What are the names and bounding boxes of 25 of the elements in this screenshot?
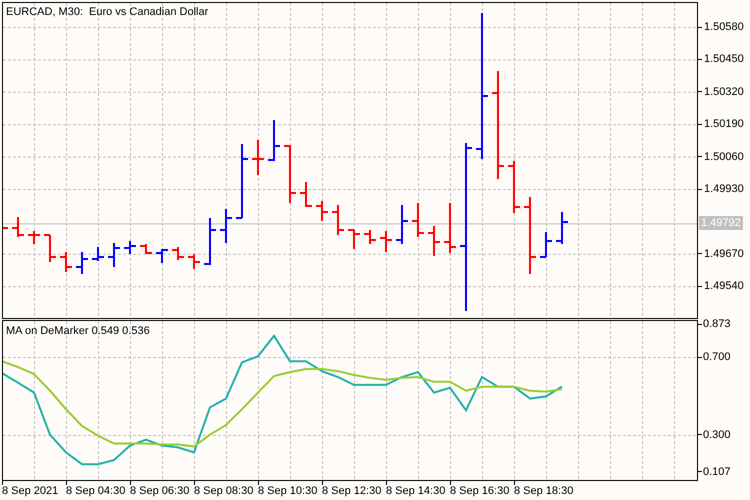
price-axis-label: 1.49930	[704, 182, 744, 196]
time-axis-label: 8 Sep 10:30	[258, 485, 318, 498]
time-axis-label: 8 Sep 14:30	[386, 485, 446, 498]
price-axis-label: 1.50580	[704, 20, 744, 34]
price-axis-label: 1.49540	[704, 279, 744, 294]
price-axis-label: 1.50320	[704, 84, 744, 99]
time-axis-label: 8 Sep 12:30	[322, 485, 382, 498]
time-axis-label: 8 Sep 2021	[2, 485, 58, 498]
time-axis-label: 8 Sep 06:30	[130, 485, 190, 498]
time-axis-label: 8 Sep 16:30	[450, 485, 510, 498]
indicator-axis-label: 0.300	[703, 428, 731, 442]
price-axis-label: 1.50450	[704, 52, 744, 66]
indicator-axis-label: 0.873	[703, 317, 731, 332]
indicator-title: MA on DeMarker 0.549 0.536	[6, 324, 150, 339]
indicator-axis-label: 0.700	[703, 350, 731, 364]
chart-symbol: EURCAD, M30:	[6, 5, 84, 20]
time-axis-label: 8 Sep 08:30	[194, 485, 254, 498]
time-axis-label: 8 Sep 18:30	[514, 485, 574, 498]
indicator-axis-label: 0.107	[703, 464, 731, 479]
price-axis-label: 1.49670	[704, 246, 744, 261]
chart-description: Euro vs Canadian Dollar	[89, 5, 208, 20]
price-axis-label: 1.50060	[704, 150, 744, 164]
current-price-label: 1.49792	[699, 216, 743, 230]
time-axis-label: 8 Sep 04:30	[66, 485, 126, 498]
price-axis-label: 1.50190	[704, 117, 744, 132]
